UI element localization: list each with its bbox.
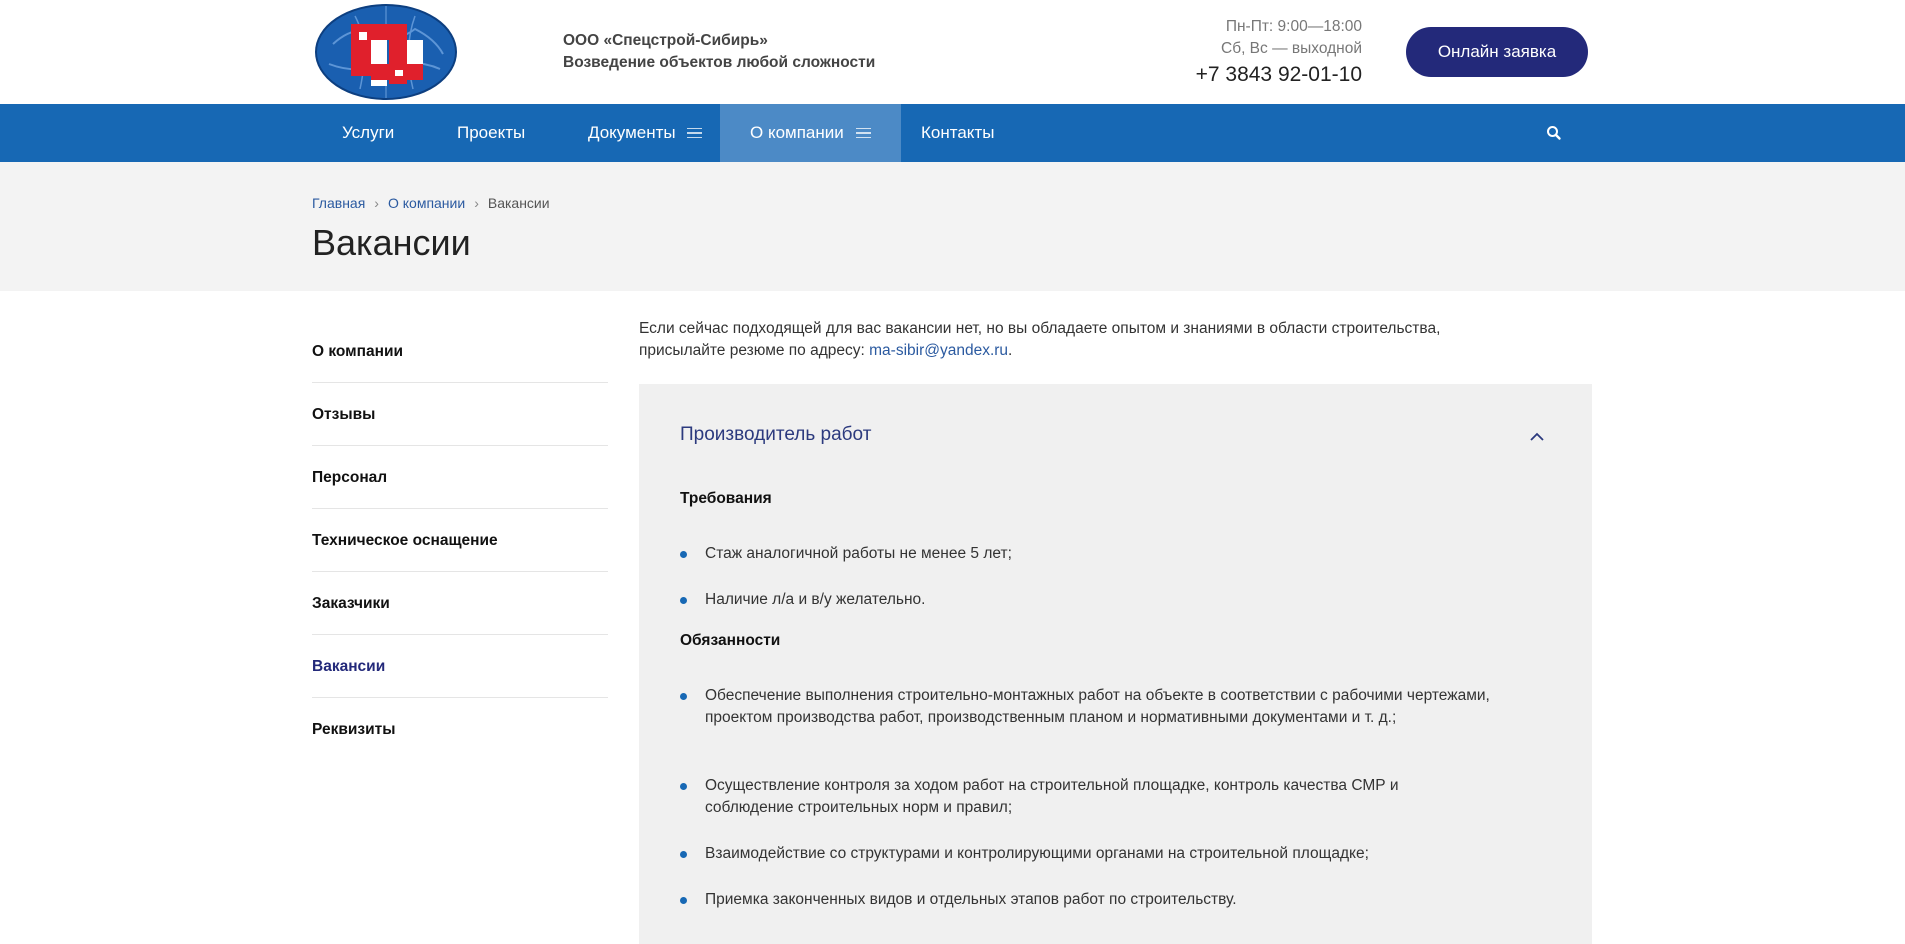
sidebar-menu: О компании Отзывы Персонал Техническое о… — [312, 320, 608, 761]
intro-line1: Если сейчас подходящей для вас вакансии … — [639, 320, 1441, 337]
online-request-button[interactable]: Онлайн заявка — [1406, 27, 1588, 77]
burger-icon — [855, 127, 871, 139]
duty-item: Взаимодействие со структурами и контроли… — [680, 843, 1510, 865]
working-hours: Пн-Пт: 9:00—18:00 Сб, Вс — выходной — [1221, 16, 1362, 60]
company-name: ООО «Спецстрой-Сибирь» — [563, 32, 768, 49]
email-link[interactable]: ma-sibir@yandex.ru — [869, 342, 1008, 359]
collapse-toggle[interactable] — [1529, 430, 1545, 442]
sidebar-item-about[interactable]: О компании — [312, 320, 608, 383]
nav-label: О компании — [750, 123, 844, 142]
nav-label: Документы — [588, 123, 676, 142]
requirements-heading: Требования — [680, 490, 772, 507]
nav-item-contacts[interactable]: Контакты — [891, 104, 1024, 162]
breadcrumb-separator: › — [474, 195, 479, 211]
vacancy-title[interactable]: Производитель работ — [680, 424, 871, 446]
chevron-up-icon — [1530, 432, 1544, 441]
phone-number[interactable]: +7 3843 92-01-10 — [1196, 63, 1362, 87]
company-info: ООО «Спецстрой-Сибирь» Возведение объект… — [563, 30, 875, 74]
burger-icon — [687, 127, 703, 139]
sidebar-item-equipment[interactable]: Техническое оснащение — [312, 509, 608, 572]
logo-emblem-icon — [315, 4, 457, 100]
site-header: ООО «Спецстрой-Сибирь» Возведение объект… — [0, 0, 1905, 104]
sidebar-item-vacancies[interactable]: Вакансии — [312, 635, 608, 698]
intro-text: Если сейчас подходящей для вас вакансии … — [639, 318, 1592, 362]
search-icon — [1547, 126, 1561, 140]
duty-item: Обеспечение выполнения строительно-монта… — [680, 685, 1510, 729]
main-nav: Услуги Проекты Документы О компании Конт… — [0, 104, 1905, 162]
company-logo[interactable] — [315, 4, 457, 100]
requirement-item: Наличие л/а и в/у желательно. — [680, 589, 1510, 611]
nav-item-about[interactable]: О компании — [720, 104, 901, 162]
sidebar-item-staff[interactable]: Персонал — [312, 446, 608, 509]
sidebar-item-requisites[interactable]: Реквизиты — [312, 698, 608, 761]
intro-line2: присылайте резюме по адресу: — [639, 342, 870, 359]
vacancy-accordion: Производитель работ Требования Стаж анал… — [639, 384, 1592, 944]
breadcrumb-current: Вакансии — [487, 195, 550, 211]
hours-weekend: Сб, Вс — выходной — [1221, 40, 1362, 57]
nav-item-documents[interactable]: Документы — [558, 104, 732, 162]
requirement-item: Стаж аналогичной работы не менее 5 лет; — [680, 543, 1510, 565]
intro-end: . — [1008, 342, 1013, 359]
duty-item: Приемка законченных видов и отдельных эт… — [680, 889, 1510, 911]
nav-item-services[interactable]: Услуги — [312, 104, 424, 162]
nav-item-projects[interactable]: Проекты — [427, 104, 555, 162]
nav-label: Проекты — [457, 123, 526, 142]
hours-weekdays: Пн-Пт: 9:00—18:00 — [1225, 18, 1362, 35]
breadcrumb-about[interactable]: О компании — [388, 195, 465, 211]
nav-label: Контакты — [921, 123, 995, 142]
sidebar-item-reviews[interactable]: Отзывы — [312, 383, 608, 446]
company-tagline: Возведение объектов любой сложности — [563, 54, 876, 71]
breadcrumb-separator: › — [374, 195, 379, 211]
page-title: Вакансии — [312, 222, 471, 263]
duties-heading: Обязанности — [680, 632, 781, 649]
nav-label: Услуги — [342, 123, 395, 142]
sidebar-item-customers[interactable]: Заказчики — [312, 572, 608, 635]
page-hero: Главная › О компании › Вакансии Вакансии — [0, 162, 1905, 291]
breadcrumb-home[interactable]: Главная — [312, 195, 365, 211]
search-button[interactable] — [1543, 122, 1565, 144]
breadcrumb: Главная › О компании › Вакансии — [312, 195, 550, 211]
duty-item: Осуществление контроля за ходом работ на… — [680, 775, 1450, 819]
main-content: Если сейчас подходящей для вас вакансии … — [639, 318, 1592, 362]
